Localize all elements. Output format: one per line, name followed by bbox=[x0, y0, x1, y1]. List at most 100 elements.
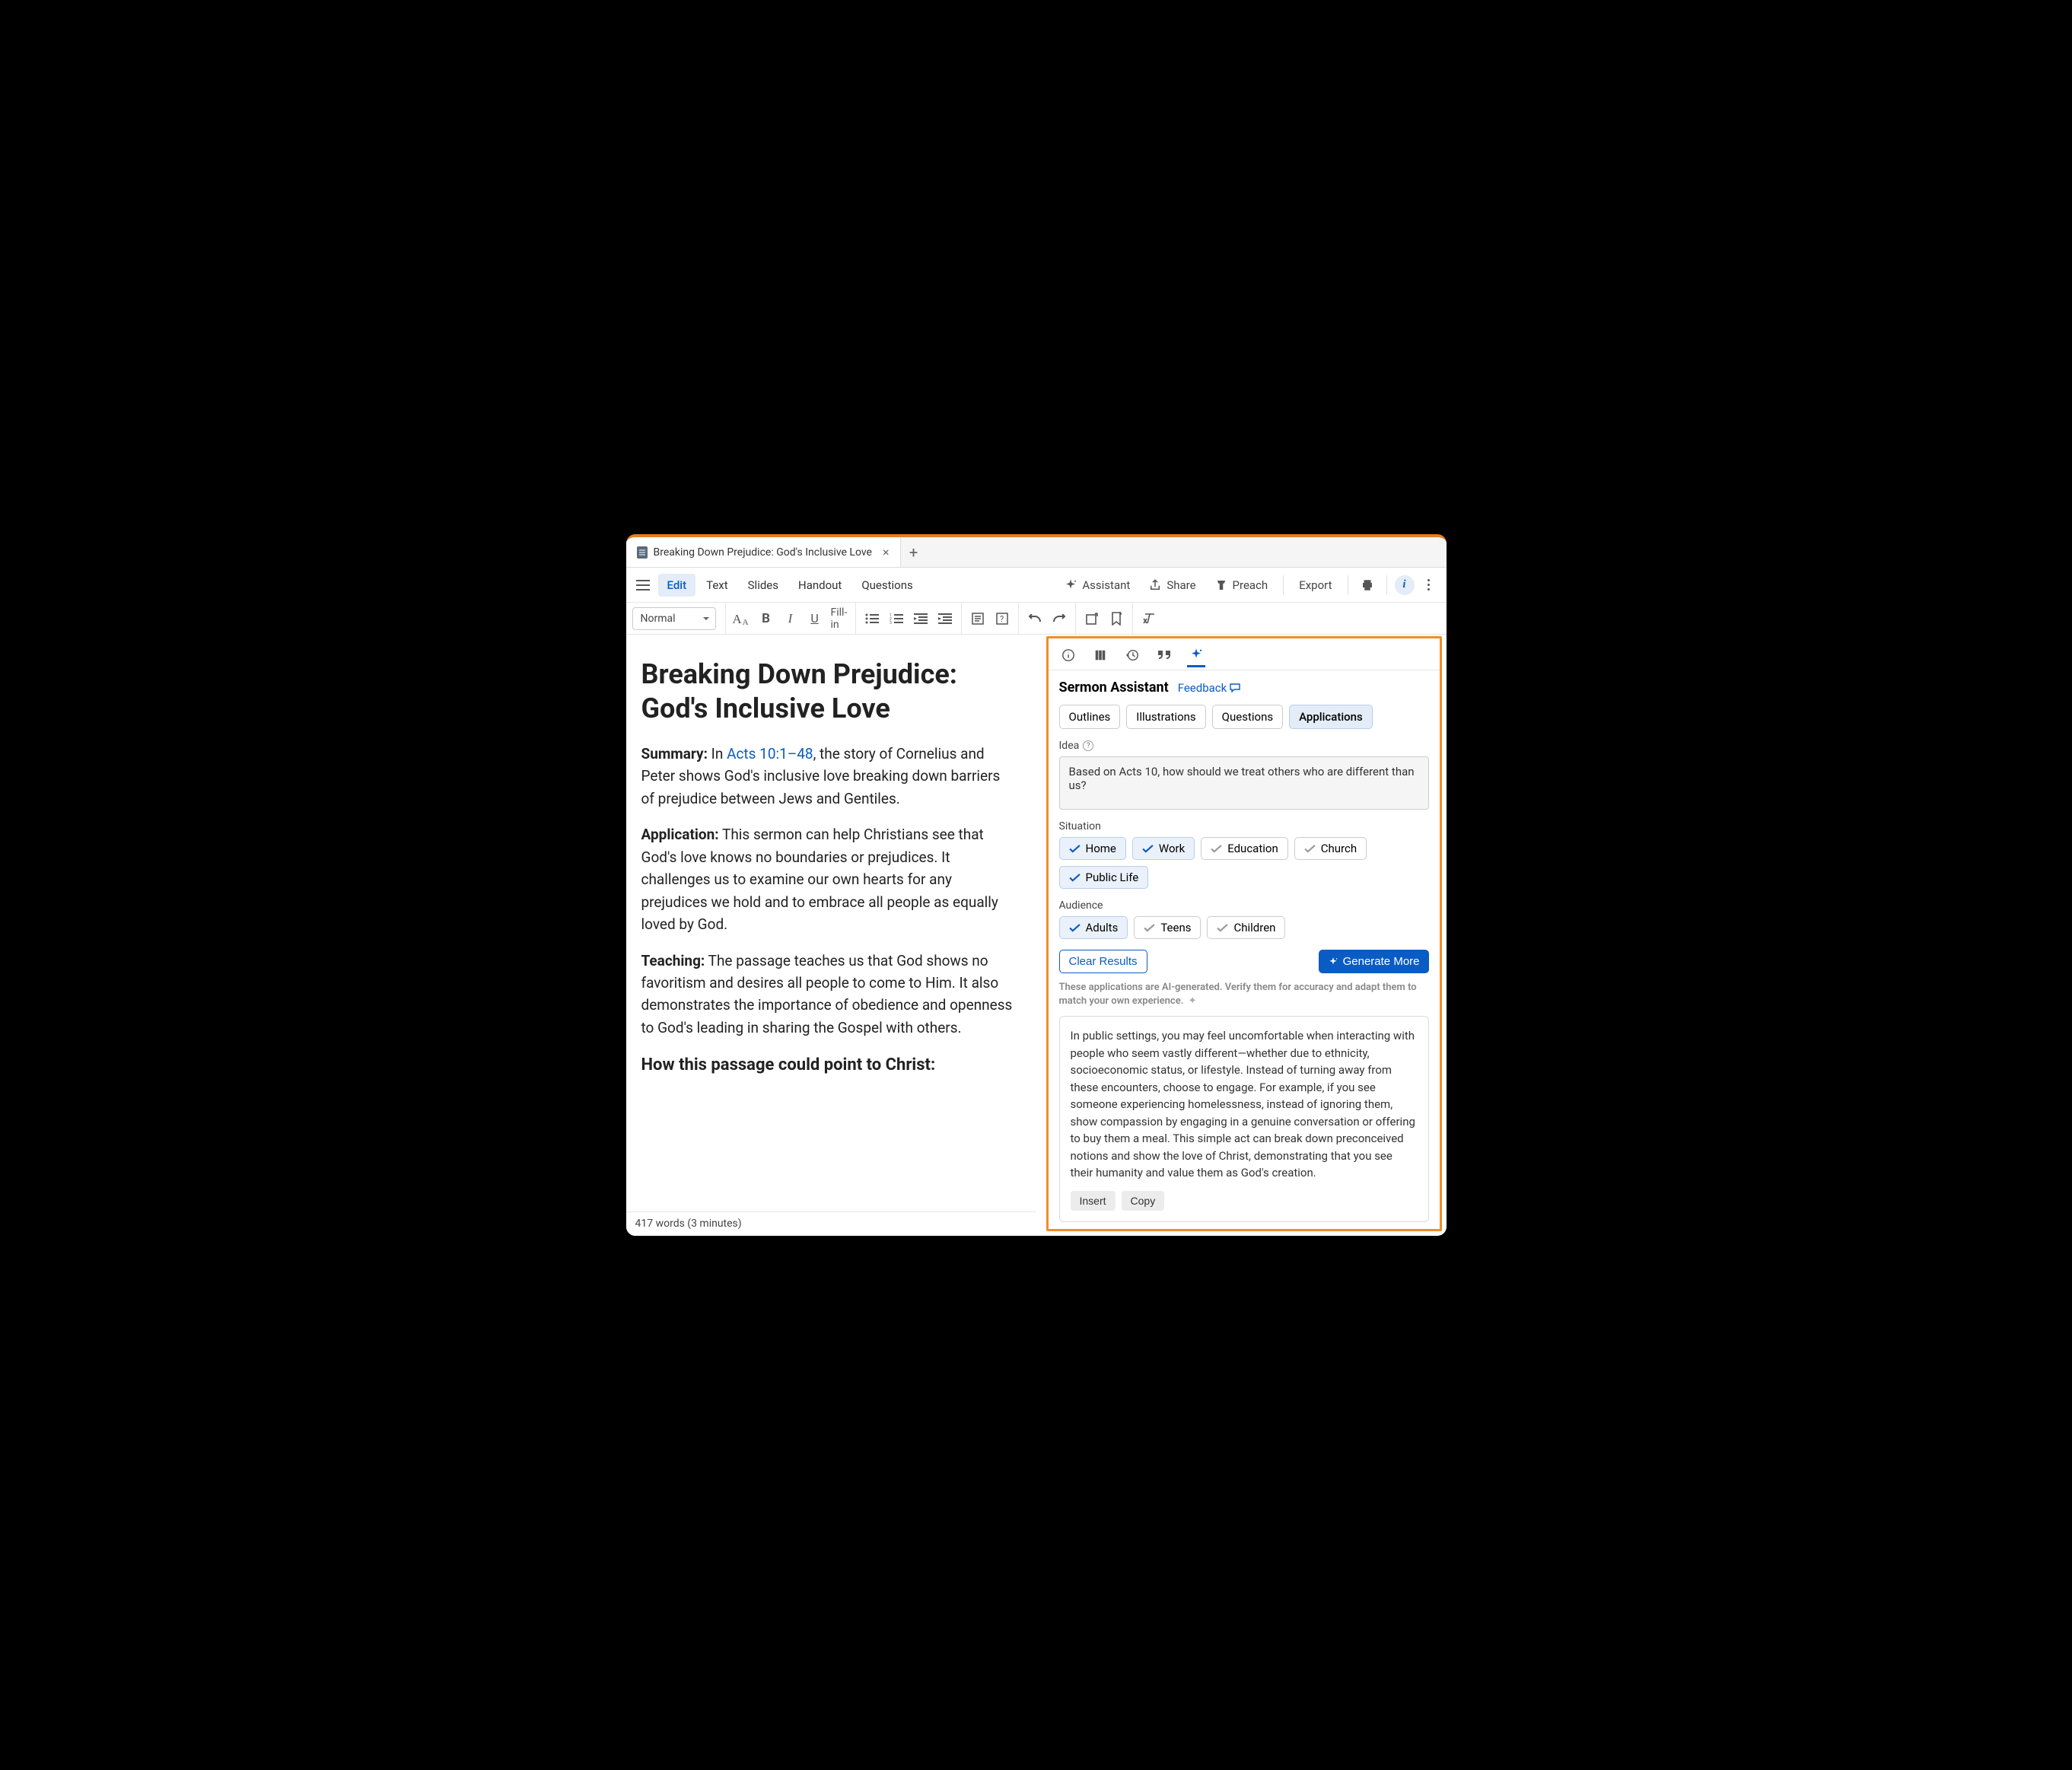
new-tab-button[interactable]: + bbox=[901, 537, 927, 567]
chat-icon bbox=[1230, 683, 1240, 692]
document-editor[interactable]: Breaking Down Prejudice: God's Inclusive… bbox=[626, 635, 1046, 1236]
panel-tab-assistant[interactable] bbox=[1187, 649, 1205, 667]
situation-chip-education[interactable]: Education bbox=[1201, 837, 1288, 860]
copy-button[interactable]: Copy bbox=[1122, 1191, 1165, 1211]
view-tabs: Edit Text Slides Handout Questions bbox=[658, 574, 922, 597]
mode-outlines[interactable]: Outlines bbox=[1059, 705, 1121, 729]
document-tab[interactable]: Breaking Down Prejudice: God's Inclusive… bbox=[626, 537, 901, 567]
audience-chip-adults[interactable]: Adults bbox=[1059, 916, 1128, 939]
help-icon[interactable]: ? bbox=[1083, 740, 1093, 751]
chip-label: Home bbox=[1086, 842, 1116, 855]
situation-chip-work[interactable]: Work bbox=[1132, 837, 1195, 860]
panel-body: Sermon Assistant Feedback Outlines Illus… bbox=[1049, 670, 1440, 1229]
print-button[interactable] bbox=[1356, 574, 1379, 597]
mode-applications[interactable]: Applications bbox=[1289, 705, 1373, 729]
view-tab-handout[interactable]: Handout bbox=[789, 574, 851, 597]
idea-label: Idea bbox=[1059, 740, 1080, 752]
feedback-label: Feedback bbox=[1178, 681, 1227, 695]
sermon-assistant-panel: Sermon Assistant Feedback Outlines Illus… bbox=[1046, 636, 1442, 1231]
situation-chip-public-life[interactable]: Public Life bbox=[1059, 866, 1149, 889]
panel-tab-history[interactable] bbox=[1123, 649, 1141, 667]
share-label: Share bbox=[1166, 578, 1195, 592]
more-menu[interactable] bbox=[1418, 576, 1440, 594]
chip-label: Education bbox=[1227, 842, 1278, 855]
bold-button[interactable]: B bbox=[758, 610, 775, 627]
chip-label: Public Life bbox=[1086, 871, 1139, 884]
style-select-value: Normal bbox=[641, 613, 676, 625]
preach-button[interactable]: Preach bbox=[1207, 574, 1276, 597]
view-tab-edit[interactable]: Edit bbox=[658, 574, 696, 597]
application-label: Application: bbox=[641, 826, 719, 843]
insert-button[interactable]: Insert bbox=[1071, 1191, 1116, 1211]
preach-label: Preach bbox=[1233, 578, 1268, 592]
audience-chip-teens[interactable]: Teens bbox=[1134, 916, 1201, 939]
situation-chips: Home Work Education Church Public Life bbox=[1059, 837, 1429, 889]
feedback-link[interactable]: Feedback bbox=[1178, 681, 1241, 695]
numbered-list-button[interactable]: 123 bbox=[888, 610, 905, 627]
chip-label: Adults bbox=[1086, 921, 1119, 934]
panel-tab-quotes[interactable] bbox=[1155, 649, 1173, 667]
menu-icon[interactable] bbox=[632, 575, 654, 596]
document-title: Breaking Down Prejudice: God's Inclusive… bbox=[641, 657, 1016, 726]
sparkle-icon bbox=[1064, 578, 1077, 592]
mode-questions[interactable]: Questions bbox=[1212, 705, 1283, 729]
panel-tab-strip bbox=[1049, 638, 1440, 670]
audience-chip-children[interactable]: Children bbox=[1207, 916, 1285, 939]
ai-disclaimer: These applications are AI-generated. Ver… bbox=[1059, 981, 1429, 1008]
situation-chip-church[interactable]: Church bbox=[1294, 837, 1367, 860]
undo-button[interactable] bbox=[1026, 610, 1043, 627]
generate-more-button[interactable]: Generate More bbox=[1319, 950, 1429, 973]
panel-tab-info[interactable] bbox=[1059, 649, 1077, 667]
view-tab-questions[interactable]: Questions bbox=[852, 574, 921, 597]
text-block-button[interactable] bbox=[969, 610, 986, 627]
share-button[interactable]: Share bbox=[1141, 574, 1203, 597]
insert-passage-button[interactable] bbox=[1084, 610, 1100, 627]
result-card: In public settings, you may feel uncomfo… bbox=[1059, 1016, 1429, 1222]
assistant-button[interactable]: Assistant bbox=[1056, 574, 1138, 597]
scripture-link[interactable]: Acts 10:1–48 bbox=[727, 745, 813, 762]
chip-label: Work bbox=[1159, 842, 1185, 855]
app-window: Breaking Down Prejudice: God's Inclusive… bbox=[626, 534, 1447, 1236]
word-count: 417 words (3 minutes) bbox=[635, 1216, 742, 1233]
teaching-label: Teaching: bbox=[641, 952, 705, 969]
mode-illustrations[interactable]: Illustrations bbox=[1126, 705, 1205, 729]
document-icon bbox=[637, 546, 648, 559]
panel-tab-library[interactable] bbox=[1091, 649, 1109, 667]
clear-format-button[interactable] bbox=[1141, 610, 1157, 627]
export-button[interactable]: Export bbox=[1291, 574, 1339, 597]
mode-chips: Outlines Illustrations Questions Applica… bbox=[1059, 705, 1429, 729]
audience-chips: Adults Teens Children bbox=[1059, 916, 1429, 939]
fillin-button[interactable]: Fill-in bbox=[831, 610, 848, 627]
tab-title: Breaking Down Prejudice: God's Inclusive… bbox=[654, 546, 872, 559]
bullet-list-button[interactable] bbox=[864, 610, 880, 627]
summary-prefix: In bbox=[708, 745, 727, 762]
browser-tabbar: Breaking Down Prejudice: God's Inclusive… bbox=[626, 537, 1447, 568]
italic-button[interactable]: I bbox=[782, 610, 799, 627]
sparkle-small-icon: ✦ bbox=[1189, 995, 1197, 1007]
outdent-button[interactable] bbox=[912, 610, 929, 627]
chip-label: Teens bbox=[1160, 921, 1191, 934]
idea-label-row: Idea ? bbox=[1059, 740, 1429, 752]
font-size-button[interactable]: AA bbox=[734, 610, 750, 627]
situation-chip-home[interactable]: Home bbox=[1059, 837, 1126, 860]
chip-label: Church bbox=[1321, 842, 1357, 855]
generate-more-label: Generate More bbox=[1343, 955, 1420, 968]
indent-button[interactable] bbox=[937, 610, 953, 627]
paragraph-style-select[interactable]: Normal bbox=[632, 607, 716, 630]
underline-button[interactable]: U bbox=[807, 610, 823, 627]
redo-button[interactable] bbox=[1051, 610, 1068, 627]
info-button[interactable]: i bbox=[1395, 575, 1415, 595]
assistant-label: Assistant bbox=[1082, 578, 1130, 592]
clear-results-button[interactable]: Clear Results bbox=[1059, 950, 1147, 973]
kebab-icon bbox=[1422, 579, 1436, 591]
view-tab-slides[interactable]: Slides bbox=[739, 574, 788, 597]
view-tab-text[interactable]: Text bbox=[697, 574, 737, 597]
question-block-button[interactable]: ? bbox=[994, 610, 1011, 627]
close-tab-icon[interactable]: × bbox=[883, 545, 890, 559]
primary-toolbar: Edit Text Slides Handout Questions Assis… bbox=[626, 568, 1447, 603]
audience-label: Audience bbox=[1059, 899, 1429, 912]
panel-title: Sermon Assistant bbox=[1059, 680, 1169, 696]
chip-label: Children bbox=[1233, 921, 1275, 934]
idea-textarea[interactable]: Based on Acts 10, how should we treat ot… bbox=[1059, 756, 1429, 810]
bookmark-button[interactable] bbox=[1108, 610, 1125, 627]
